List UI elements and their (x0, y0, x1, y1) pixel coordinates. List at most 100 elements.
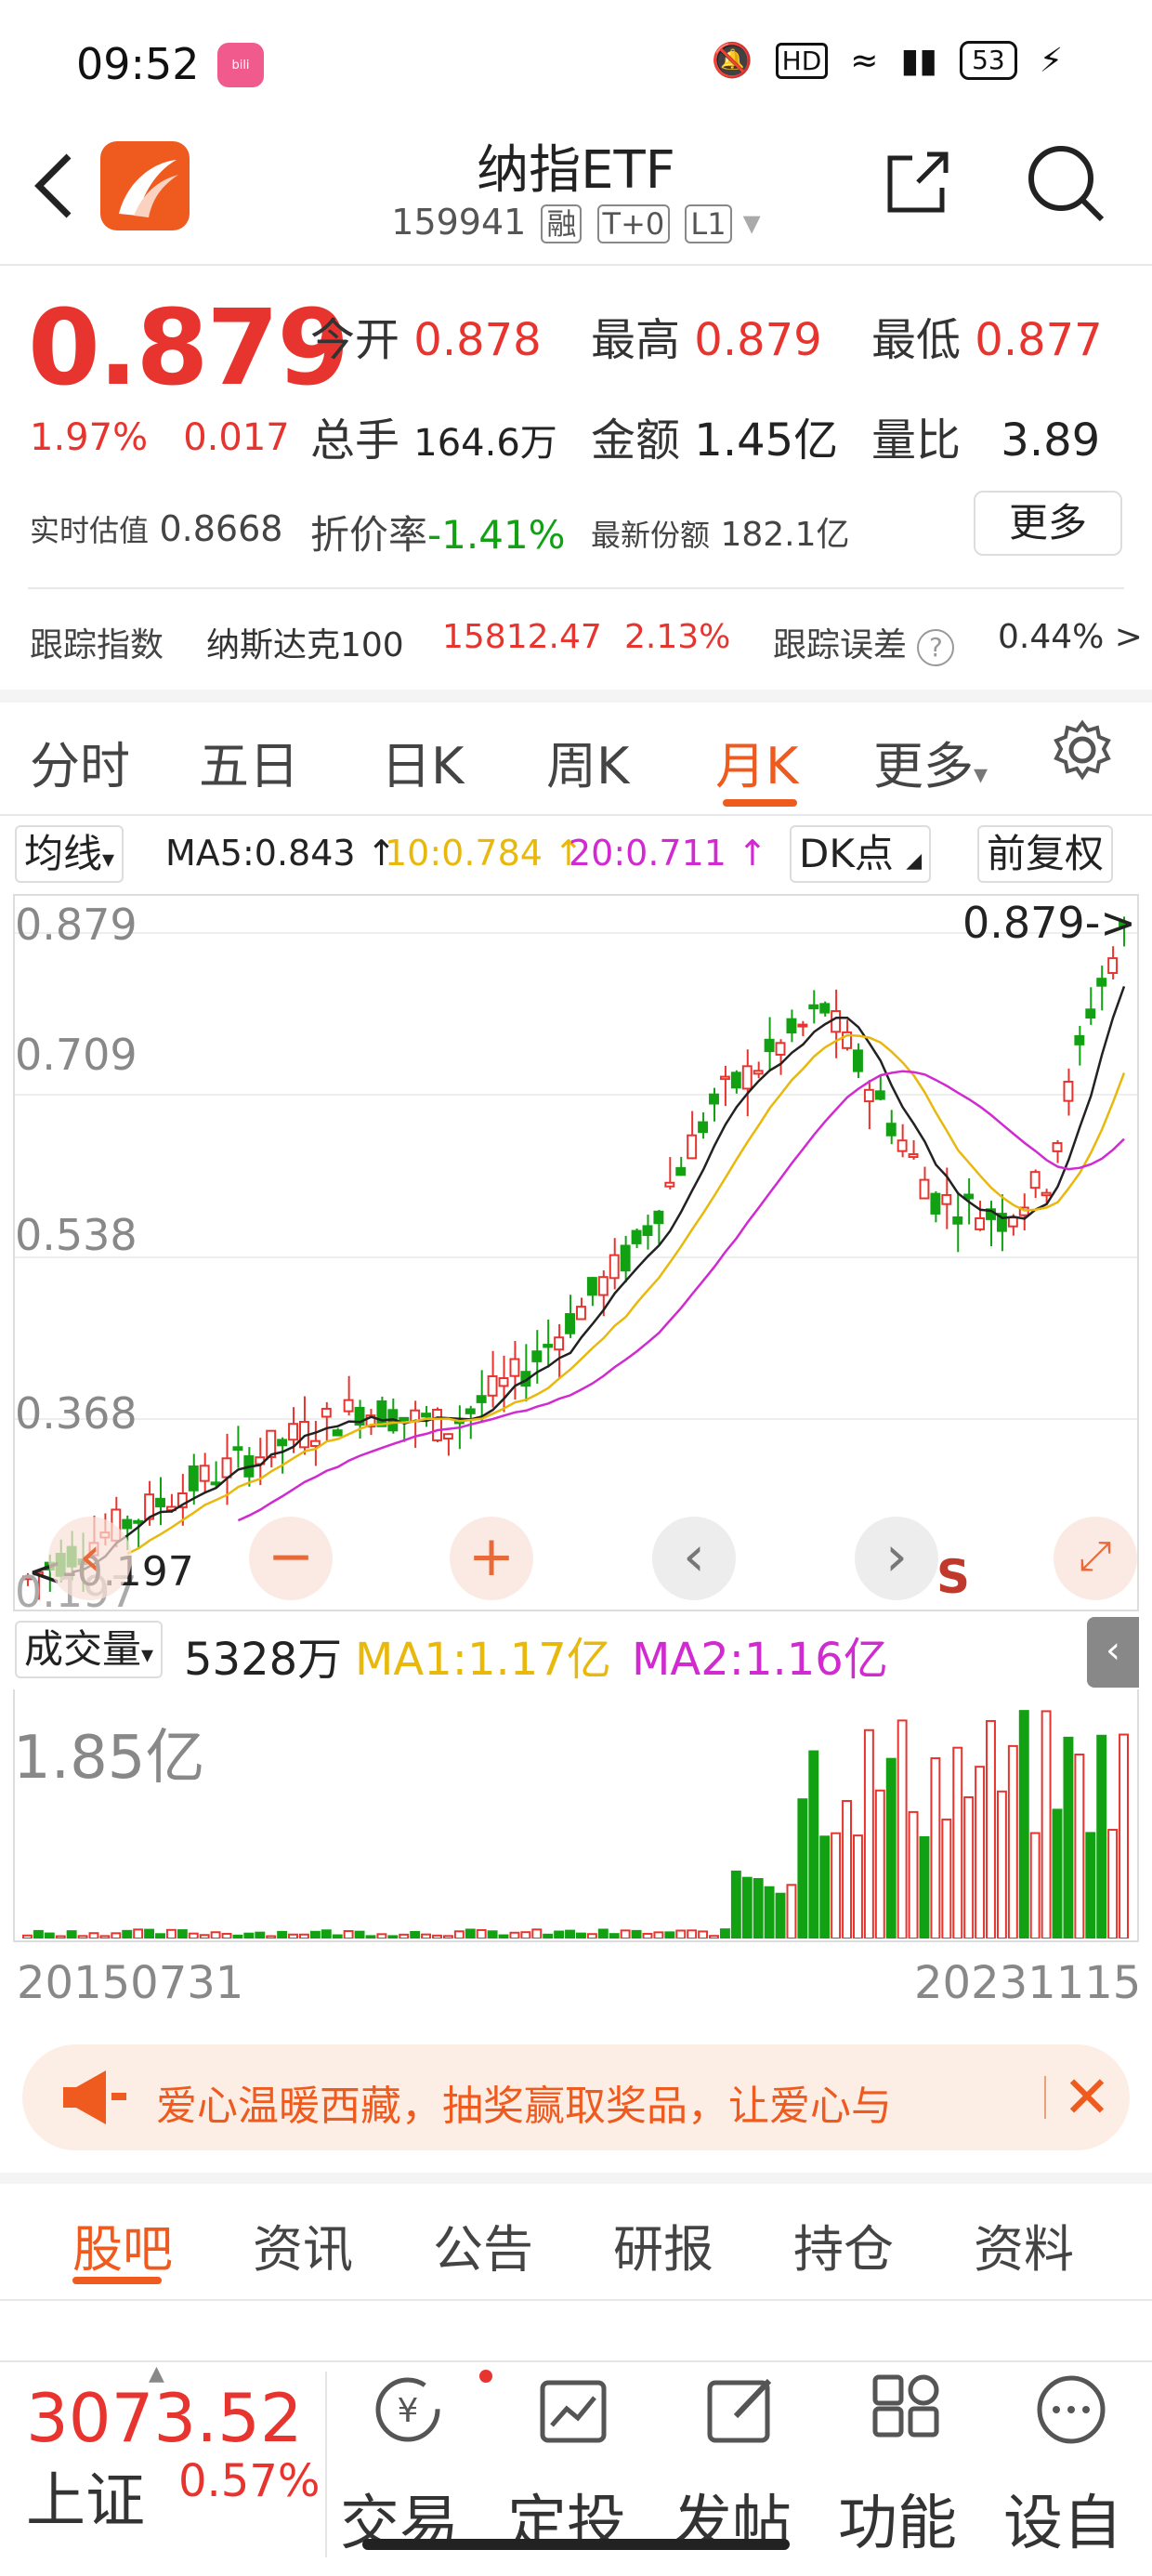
iopv-value: 0.8668 (159, 508, 283, 549)
volume-bar (874, 1789, 885, 1939)
moving-average-line (237, 1070, 1125, 1522)
ma5-value: MA5:0.843 ↑ (165, 833, 397, 874)
tab-announcements[interactable]: 公告 (433, 2208, 533, 2281)
monthly-k-chart[interactable] (13, 894, 1139, 1611)
market-index-value[interactable]: 3073.52 (26, 2379, 303, 2457)
bilibili-app-icon: bili (217, 43, 264, 87)
share-button[interactable] (881, 145, 955, 219)
banner-separator (1044, 2076, 1046, 2119)
tab-five-day[interactable]: 五日 (199, 725, 299, 798)
banner-text: 爱心温暖西藏，抽奖赢取奖品，让爱心与 (156, 2083, 892, 2130)
market-index-name[interactable]: 上证 (26, 2453, 145, 2539)
volume-bar (986, 1719, 996, 1939)
security-code: 159941 (391, 202, 527, 243)
candle-body (442, 1433, 453, 1440)
tracking-error[interactable]: 跟踪误差 ? (773, 618, 955, 666)
candle-body (764, 1038, 775, 1053)
dk-point-button[interactable]: DK点 ◢ (790, 825, 932, 883)
candle-body (309, 1439, 321, 1448)
candle-body (321, 1407, 332, 1418)
fixed-investment-icon[interactable] (531, 2368, 615, 2451)
tab-holdings[interactable]: 持仓 (793, 2208, 894, 2281)
close-icon: ✕ (1063, 2063, 1111, 2131)
volume-bar (786, 1884, 797, 1940)
more-button[interactable]: 更多 (974, 491, 1122, 556)
y-label-4: 0.368 (15, 1388, 137, 1439)
sell-signal-marker[interactable]: S (936, 1550, 970, 1604)
moving-average-line (126, 1033, 1126, 1556)
functions-icon[interactable] (864, 2368, 948, 2451)
current-price: 0.879 (28, 288, 349, 409)
candle-body (975, 1216, 986, 1230)
zoom-in-button[interactable]: + (450, 1517, 533, 1600)
search-button[interactable] (1022, 139, 1107, 225)
tab-intraday[interactable]: 分时 (30, 725, 130, 798)
volume-bar (399, 1933, 410, 1939)
tab-more[interactable]: 更多▾ (873, 725, 988, 798)
chart-settings-button[interactable] (1050, 717, 1115, 782)
tracking-index-name[interactable]: 纳斯达克100 (206, 618, 404, 666)
ma-select[interactable]: 均线▾ (15, 825, 124, 883)
volume-bar (597, 1928, 609, 1939)
zoom-left-button[interactable]: ‹ (48, 1517, 132, 1600)
adjust-select[interactable]: 前复权 (977, 825, 1114, 883)
volume-bar (1119, 1733, 1129, 1940)
banner-close-button[interactable]: ✕ (1063, 2063, 1111, 2131)
battery-icon: 53 (960, 41, 1017, 80)
home-indicator[interactable] (362, 2539, 790, 2550)
candle-body (1085, 1008, 1096, 1019)
scroll-right-button[interactable]: › (855, 1517, 938, 1600)
tab-forum[interactable]: 股吧 (72, 2208, 173, 2281)
volume-bar (664, 1931, 675, 1939)
volume-bar (543, 1933, 554, 1940)
volume-select[interactable]: 成交量▾ (15, 1621, 164, 1678)
volume-bar (730, 1870, 741, 1940)
candle-body (122, 1518, 133, 1530)
candle-body (620, 1244, 631, 1272)
iopv-stat: 实时估值 0.8668 (30, 508, 283, 549)
volume-bar (919, 1835, 930, 1939)
moving-average-line (72, 985, 1126, 1573)
more-options-icon[interactable] (1029, 2368, 1113, 2451)
dropdown-icon[interactable]: ▾ (743, 202, 761, 243)
fullscreen-button[interactable]: ⤢ (1054, 1517, 1137, 1600)
volume-value: 164.6万 (413, 422, 557, 465)
scroll-left-button[interactable]: ‹ (652, 1517, 736, 1600)
chevron-right-icon: › (885, 1524, 908, 1589)
tab-weekly-k[interactable]: 周K (546, 725, 629, 798)
volume-bar (332, 1934, 343, 1939)
tracking-error-value[interactable]: 0.44% > (998, 618, 1143, 656)
header: 纳指ETF 159941 融 T+0 L1 ▾ (0, 121, 1152, 260)
volume-bar (653, 1931, 664, 1940)
trade-icon[interactable]: ¥ (366, 2368, 450, 2451)
candle-body (808, 1004, 819, 1010)
candle-body (897, 1139, 908, 1152)
volume-bar (277, 1930, 288, 1939)
header-divider (0, 264, 1152, 266)
tab-monthly-k[interactable]: 月K (715, 725, 798, 798)
more-label[interactable]: 设自 (1003, 2476, 1122, 2561)
tab-profile[interactable]: 资料 (974, 2208, 1074, 2281)
candle-body (332, 1429, 343, 1437)
functions-label[interactable]: 功能 (838, 2476, 957, 2561)
megaphone-icon (63, 2070, 126, 2124)
section-gap-2 (0, 2173, 1152, 2184)
volume-bar (675, 1929, 687, 1939)
collapse-panel-button[interactable]: ‹ (1087, 1617, 1139, 1688)
volume-bar (531, 1928, 543, 1939)
volume-bar (487, 1930, 498, 1939)
change-percent: 1.97% (30, 416, 149, 459)
tab-research[interactable]: 研报 (613, 2208, 713, 2281)
help-icon[interactable]: ? (917, 629, 955, 666)
search-icon (1028, 146, 1105, 222)
promo-banner[interactable]: 爱心温暖西藏，抽奖赢取奖品，让爱心与 ✕ (22, 2044, 1130, 2150)
tab-news[interactable]: 资讯 (253, 2208, 353, 2281)
candle-body (1029, 1171, 1041, 1189)
volume-bar (1085, 1832, 1096, 1939)
post-icon[interactable] (699, 2368, 782, 2451)
candle-body (277, 1439, 288, 1447)
tab-daily-k[interactable]: 日K (381, 725, 464, 798)
volume-bar (698, 1930, 709, 1939)
zoom-out-button[interactable]: − (249, 1517, 333, 1600)
volume-bar (1107, 1829, 1119, 1939)
